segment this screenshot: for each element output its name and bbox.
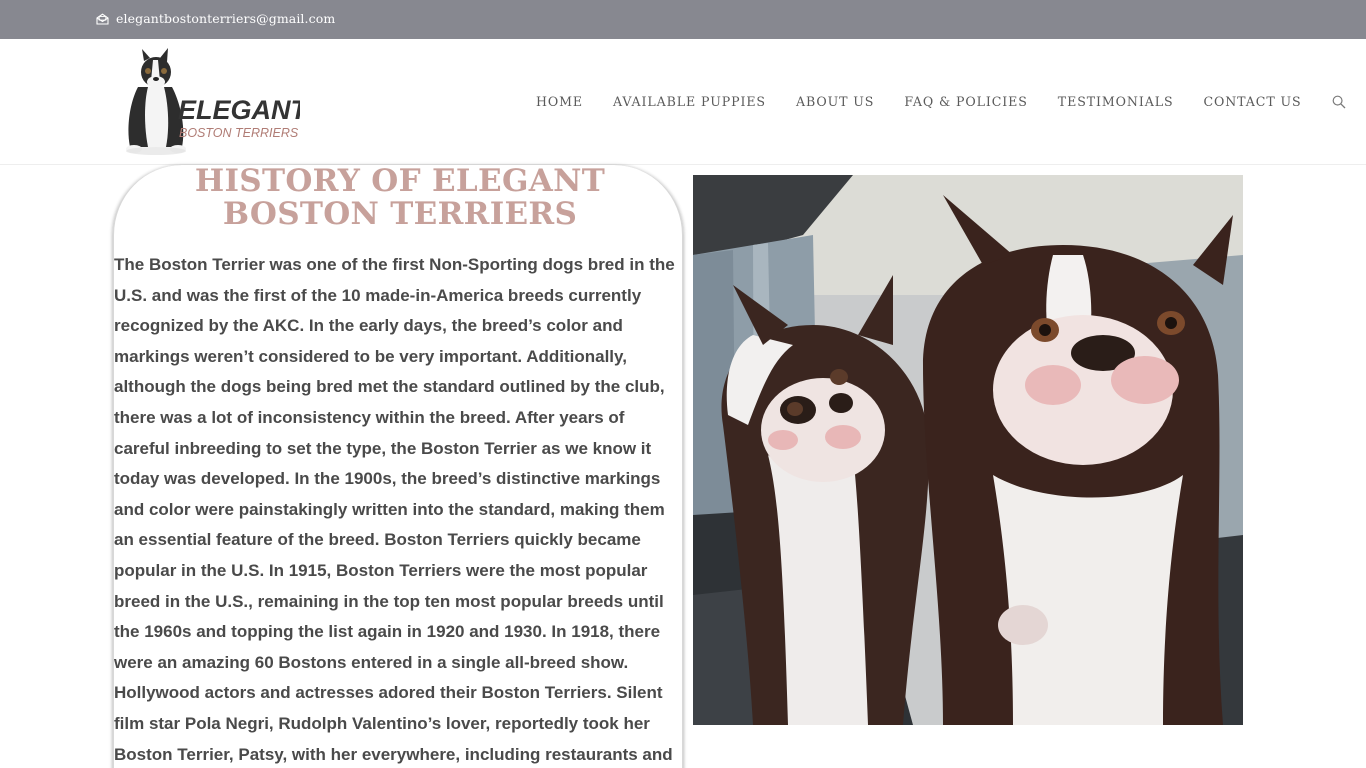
article-body: The Boston Terrier was one of the first … xyxy=(114,255,675,764)
boston-terrier-logo-icon xyxy=(126,48,186,155)
nav-contact-us[interactable]: CONTACT US xyxy=(1189,94,1317,109)
nav-available-puppies[interactable]: AVAILABLE PUPPIES xyxy=(598,94,781,109)
email-link[interactable]: elegantbostonterriers@gmail.com xyxy=(96,11,335,26)
history-article: HISTORY OF ELEGANT BOSTON TERRIERS The B… xyxy=(112,165,684,768)
article-title: HISTORY OF ELEGANT BOSTON TERRIERS xyxy=(194,163,606,232)
search-icon[interactable] xyxy=(1332,95,1346,109)
svg-text:BOSTON TERRIERS: BOSTON TERRIERS xyxy=(179,126,299,140)
svg-text:ELEGANT: ELEGANT xyxy=(178,95,300,125)
top-bar: elegantbostonterriers@gmail.com xyxy=(0,0,1366,39)
nav-home[interactable]: HOME xyxy=(521,94,598,109)
site-header: ELEGANT BOSTON TERRIERS HOME AVAILABLE P… xyxy=(0,39,1366,165)
two-boston-terriers-photo xyxy=(693,175,1243,725)
site-logo[interactable]: ELEGANT BOSTON TERRIERS xyxy=(120,47,300,159)
nav-testimonials[interactable]: TESTIMONIALS xyxy=(1043,94,1189,109)
envelope-icon xyxy=(96,13,109,25)
email-text[interactable]: elegantbostonterriers@gmail.com xyxy=(116,11,335,26)
nav-faq-policies[interactable]: FAQ & POLICIES xyxy=(889,94,1042,109)
main-nav: HOME AVAILABLE PUPPIES ABOUT US FAQ & PO… xyxy=(521,94,1346,109)
nav-about-us[interactable]: ABOUT US xyxy=(781,94,889,109)
